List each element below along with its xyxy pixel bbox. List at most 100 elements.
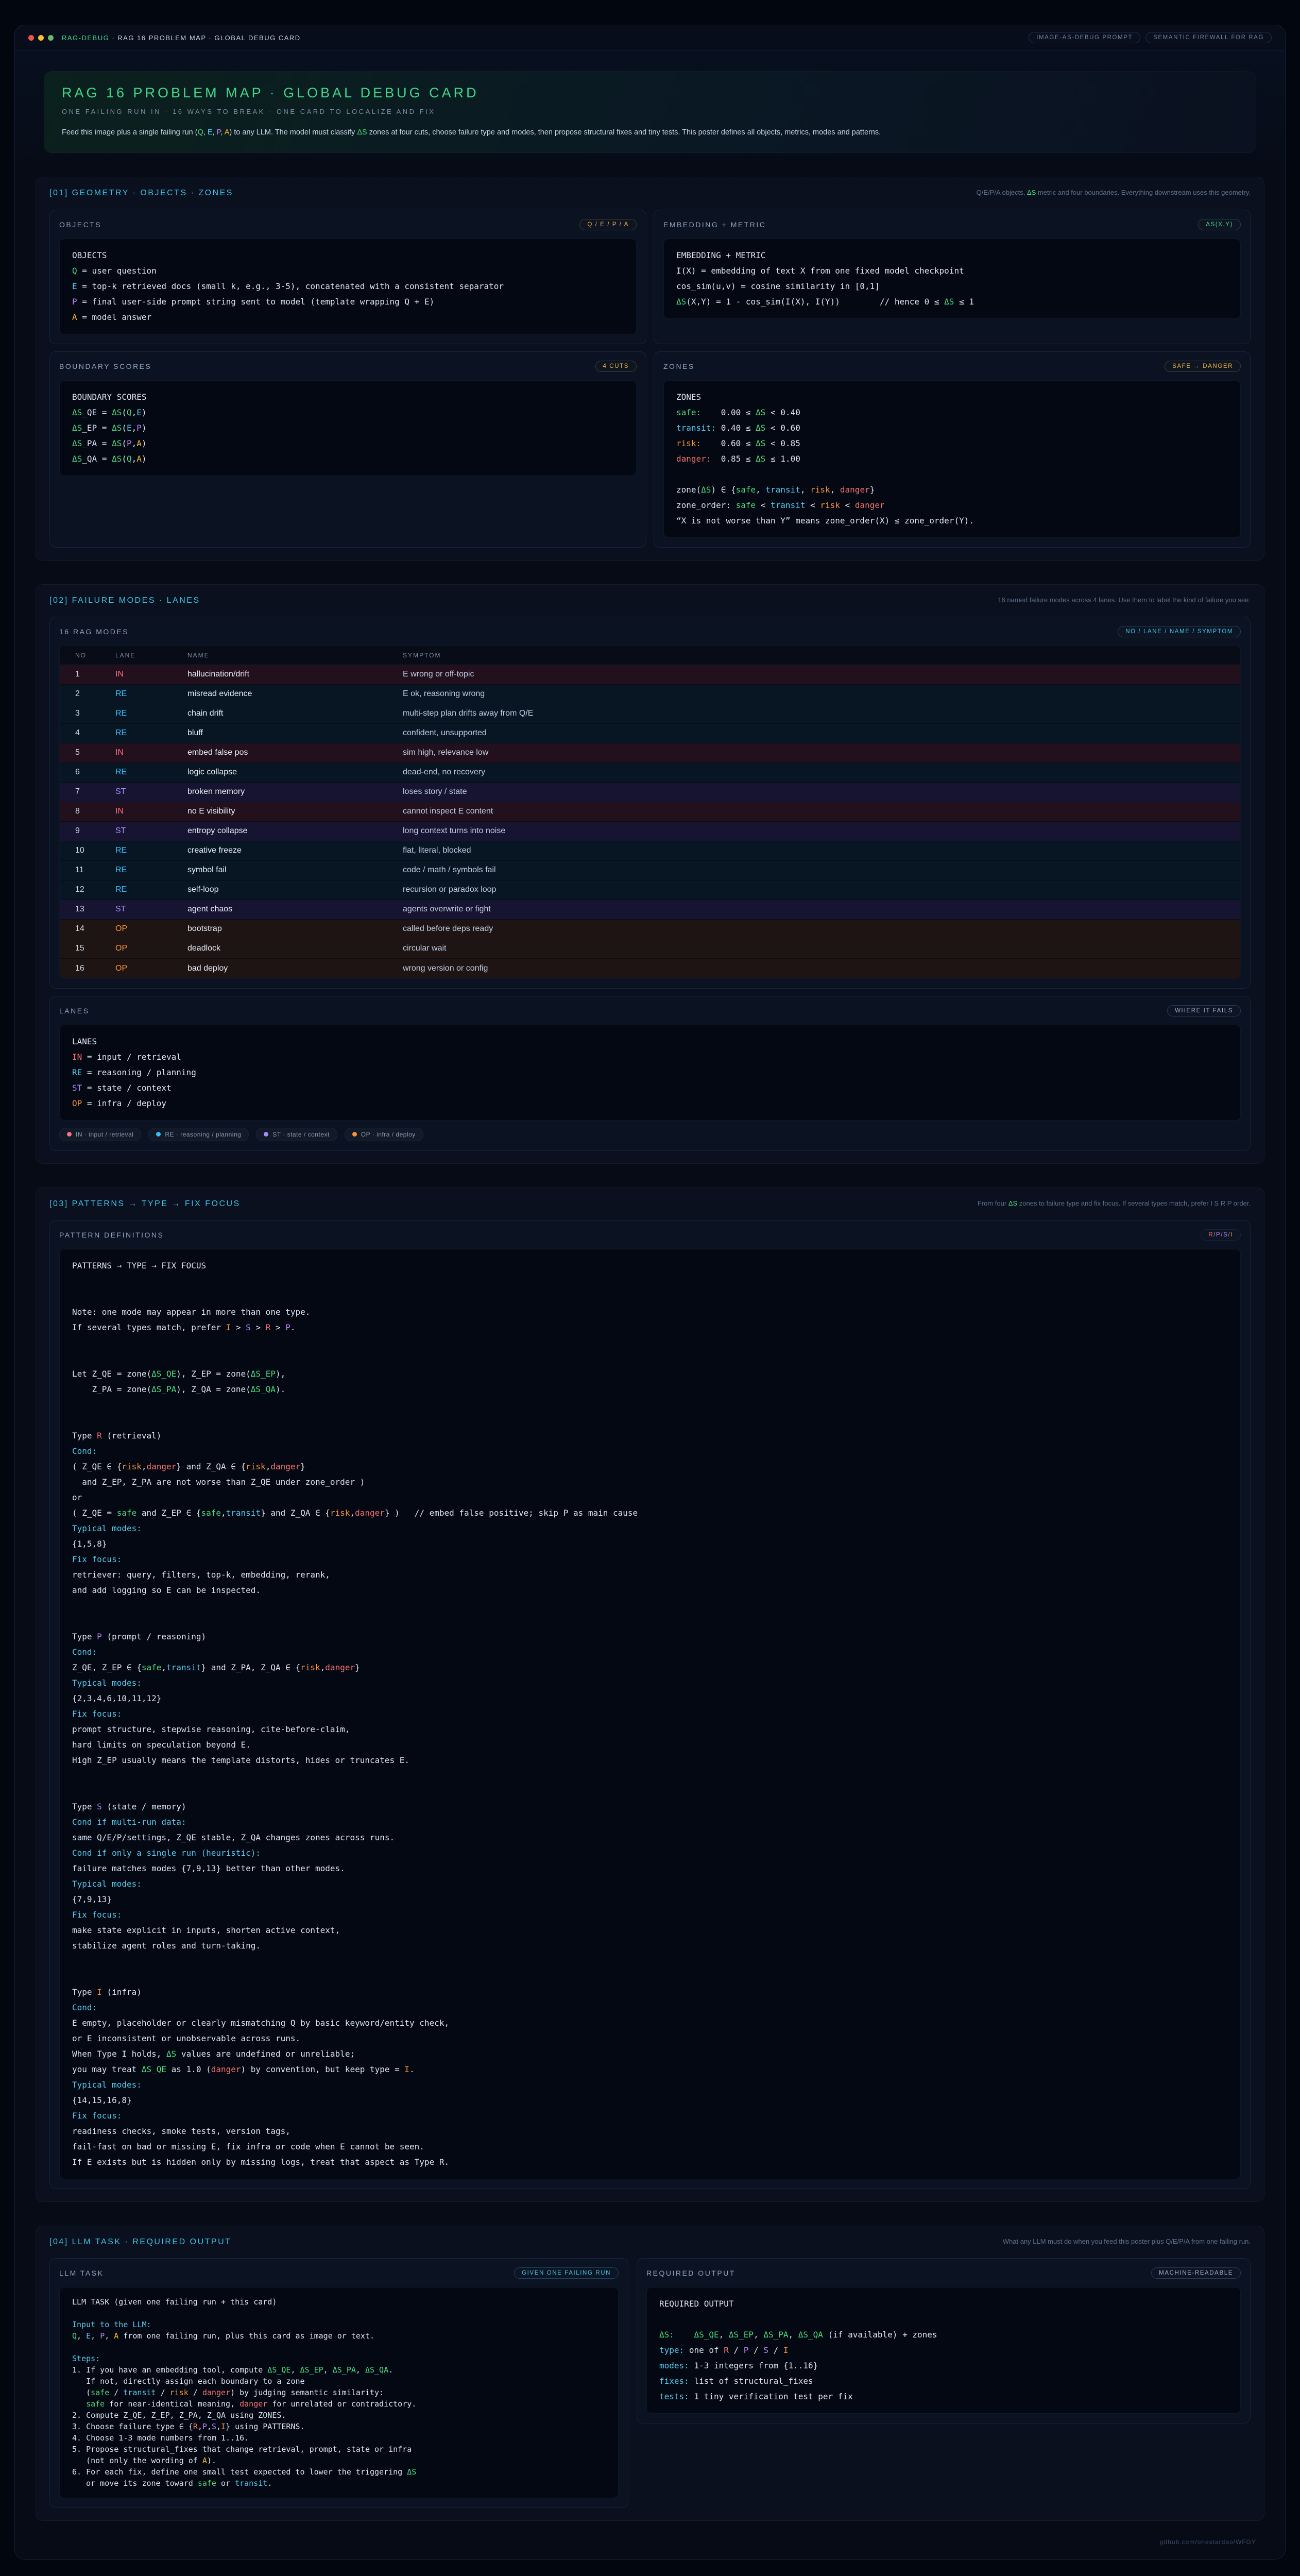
code-line: {1,5,8} (72, 1536, 1228, 1552)
objects-panel: OBJECTS Q / E / P / A OBJECTSQ = user qu… (49, 210, 646, 344)
window-title-rest: · RAG 16 PROBLEM MAP · GLOBAL DEBUG CARD (109, 34, 300, 42)
code-line: you may treat ΔS_QE as 1.0 (danger) by c… (72, 2062, 1228, 2077)
code-line: OBJECTS (72, 248, 624, 263)
code-line: Z_QE, Z_EP ∈ {safe,transit} and Z_PA, Z_… (72, 1660, 1228, 1675)
code-line: zone_order: safe < transit < risk < dang… (676, 498, 1228, 513)
pattern-definitions-header: PATTERN DEFINITIONS R / P / S / I (59, 1228, 1241, 1242)
close-button[interactable] (28, 35, 34, 41)
section-llm-task-header: [04] LLM TASK · REQUIRED OUTPUT What any… (49, 2236, 1251, 2247)
code-line: failure matches modes {7,9,13} better th… (72, 1861, 1228, 1876)
code-line: type: one of R / P / S / I (659, 2343, 1228, 2358)
code-line: transit: 0.40 ≤ ΔS < 0.60 (676, 420, 1228, 436)
mode-row-6: 6RElogic collapsedead-end, no recovery (60, 763, 1240, 783)
mode-row-14: 14OPbootstrapcalled before deps ready (60, 920, 1240, 939)
code-line: PATTERNS → TYPE → FIX FOCUS (72, 1258, 1228, 1274)
code-line: safe: 0.00 ≤ ΔS < 0.40 (676, 405, 1228, 420)
lane-dot-icon (264, 1132, 268, 1137)
code-line: fail-fast on bad or missing E, fix infra… (72, 2139, 1228, 2155)
code-line: Fix focus: (72, 1706, 1228, 1722)
mode-row-3: 3REchain driftmulti-step plan drifts awa… (60, 704, 1240, 724)
code-line (72, 1397, 1228, 1413)
lane-legend-chip: IN · input / retrieval (59, 1128, 141, 1141)
embedding-metric-header: EMBEDDING + METRIC ΔS(X,Y) (663, 217, 1241, 232)
code-line: EMBEDDING + METRIC (676, 248, 1228, 263)
code-line (72, 1784, 1228, 1799)
rag-modes-label: 16 RAG MODES (59, 628, 129, 636)
maximize-button[interactable] (48, 35, 54, 41)
section-failure-modes: [02] FAILURE MODES · LANES 16 named fail… (36, 584, 1264, 1164)
llm-task-badge: GIVEN ONE FAILING RUN (514, 2267, 619, 2279)
hero-lede: Feed this image plus a single failing ru… (62, 127, 1238, 138)
mode-row-15: 15OPdeadlockcircular wait (60, 939, 1240, 959)
code-line: If E exists but is hidden only by missin… (72, 2155, 1228, 2170)
titlebar-left: RAG-DEBUG · RAG 16 PROBLEM MAP · GLOBAL … (28, 34, 301, 42)
section-geometry-title: [01] GEOMETRY · OBJECTS · ZONES (49, 188, 233, 198)
code-line: Input to the LLM: (72, 2319, 606, 2330)
section-patterns-note: From four ΔS zones to failure type and f… (978, 1198, 1251, 1209)
mode-row-9: 9STentropy collapselong context turns in… (60, 822, 1240, 841)
mode-row-11: 11REsymbol failcode / math / symbols fai… (60, 861, 1240, 880)
code-line: make state explicit in inputs, shorten a… (72, 1923, 1228, 1938)
code-line (72, 1598, 1228, 1614)
lanes-panel: LANES WHERE IT FAILS LANESIN = input / r… (49, 996, 1251, 1151)
code-line: LLM TASK (given one failing run + this c… (72, 2296, 606, 2308)
required-output-panel: REQUIRED OUTPUT MACHINE-READABLE REQUIRE… (637, 2258, 1251, 2424)
code-line: E empty, placeholder or clearly mismatch… (72, 2015, 1228, 2031)
objects-panel-header: OBJECTS Q / E / P / A (59, 217, 637, 232)
code-line: {2,3,4,6,10,11,12} (72, 1691, 1228, 1706)
code-line: Cond if multi-run data: (72, 1815, 1228, 1830)
llm-task-grid: LLM TASK GIVEN ONE FAILING RUN LLM TASK … (49, 2258, 1251, 2508)
code-line: ΔS_QA = ΔS(Q,A) (72, 451, 624, 467)
code-line: Type P (prompt / reasoning) (72, 1629, 1228, 1645)
zones-label: ZONES (663, 362, 695, 370)
lanes-header: LANES WHERE IT FAILS (59, 1004, 1241, 1018)
code-line: and Z_EP, Z_PA are not worse than Z_QE u… (72, 1475, 1228, 1490)
objects-label: OBJECTS (59, 221, 101, 229)
lanes-legend: IN · input / retrieval RE · reasoning / p… (59, 1128, 1241, 1141)
code-line: ( Z_QE = safe and Z_EP ∈ {safe,transit} … (72, 1505, 1228, 1521)
code-line: or move its zone toward safe or transit. (72, 2478, 606, 2489)
section-failure-modes-title: [02] FAILURE MODES · LANES (49, 595, 200, 605)
code-line: (not only the wording of A). (72, 2455, 606, 2466)
page-subtitle: ONE FAILING RUN IN · 16 WAYS TO BREAK · … (62, 108, 1238, 115)
rag-modes-panel: 16 RAG MODES NO / LANE / NAME / SYMPTOM … (49, 617, 1251, 989)
code-line (659, 2312, 1228, 2327)
code-line: ST = state / context (72, 1080, 1228, 1096)
objects-badge: Q / E / P / A (579, 219, 637, 230)
lane-dot-icon (67, 1132, 72, 1137)
code-line: Steps: (72, 2353, 606, 2364)
pattern-definitions-label: PATTERN DEFINITIONS (59, 1231, 164, 1239)
code-line: safe for near-identical meaning, danger … (72, 2398, 606, 2410)
code-line: REQUIRED OUTPUT (659, 2296, 1228, 2312)
code-line: Z_PA = zone(ΔS_PA), Z_QA = zone(ΔS_QA). (72, 1382, 1228, 1397)
footer-link[interactable]: github.com/onestardao/WFGY (15, 2521, 1285, 2559)
section-patterns: [03] PATTERNS → TYPE → FIX FOCUS From fo… (36, 1188, 1264, 2202)
mode-row-2: 2REmisread evidenceE ok, reasoning wrong (60, 685, 1240, 704)
code-line: Typical modes: (72, 2077, 1228, 2093)
code-line: tests: 1 tiny verification test per fix (659, 2389, 1228, 2404)
modes-table: NOLANENAMESYMPTOM1INhallucination/driftE… (59, 646, 1241, 979)
embedding-metric-code-block: EMBEDDING + METRICI(X) = embedding of te… (663, 239, 1241, 319)
lane-legend-chip: RE · reasoning / planning (148, 1128, 249, 1141)
hero-banner: RAG 16 PROBLEM MAP · GLOBAL DEBUG CARD O… (44, 71, 1256, 153)
code-line: Q = user question (72, 263, 624, 279)
code-line: retriever: query, filters, top-k, embedd… (72, 1567, 1228, 1583)
zones-header: ZONES SAFE → DANGER (663, 359, 1241, 374)
code-line: ΔS_QE = ΔS(Q,E) (72, 405, 624, 420)
code-line: Fix focus: (72, 2108, 1228, 2124)
code-line: 6. For each fix, define one small test e… (72, 2466, 606, 2478)
code-line (72, 1954, 1228, 1969)
code-line: danger: 0.85 ≤ ΔS ≤ 1.00 (676, 451, 1228, 467)
mode-row-16: 16OPbad deploywrong version or config (60, 959, 1240, 978)
minimize-button[interactable] (38, 35, 44, 41)
code-line: E = top-k retrieved docs (small k, e.g.,… (72, 279, 624, 294)
code-line: 2. Compute Z_QE, Z_EP, Z_PA, Z_QA using … (72, 2410, 606, 2421)
required-output-header: REQUIRED OUTPUT MACHINE-READABLE (646, 2266, 1241, 2280)
code-line: (safe / transit / risk / danger) by judg… (72, 2387, 606, 2398)
window-titlebar: RAG-DEBUG · RAG 16 PROBLEM MAP · GLOBAL … (15, 25, 1285, 50)
code-line (72, 1274, 1228, 1289)
app-brand: RAG-DEBUG (62, 34, 109, 42)
boundary-scores-label: BOUNDARY SCORES (59, 362, 151, 370)
code-line: Type R (retrieval) (72, 1428, 1228, 1444)
code-line: Q, E, P, A from one failing run, plus th… (72, 2330, 606, 2342)
